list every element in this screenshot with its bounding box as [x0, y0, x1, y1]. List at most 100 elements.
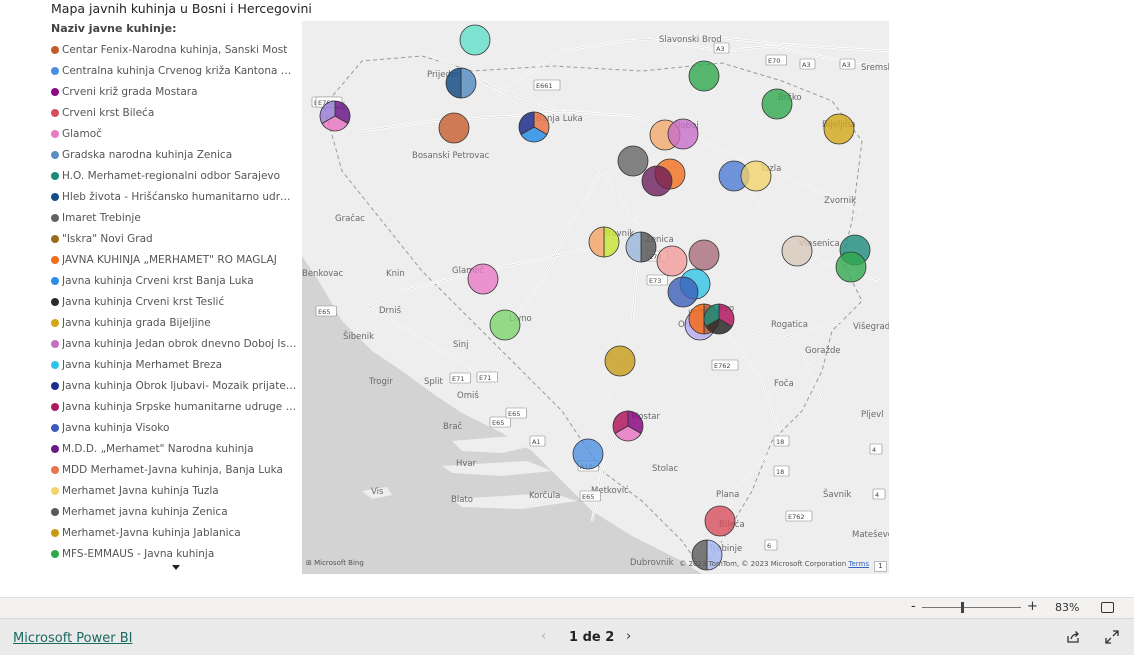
map-label: Pljevl — [861, 410, 883, 420]
legend-dot-icon — [51, 297, 59, 306]
legend-item[interactable]: Crveni krst Bileća — [51, 102, 297, 123]
zoom-slider-track[interactable] — [922, 607, 1021, 608]
map-marker[interactable] — [835, 251, 867, 283]
legend-item[interactable]: Javna kuhinja Jedan obrok dnevno Doboj I… — [51, 333, 297, 354]
map-label: Foča — [774, 378, 794, 389]
map-marker[interactable] — [625, 231, 657, 263]
next-page-icon[interactable]: › — [626, 629, 631, 644]
legend-item[interactable]: MDD Merhamet-Javna kuhinja, Banja Luka — [51, 459, 297, 480]
previous-page-icon[interactable]: ‹ — [541, 629, 546, 644]
legend-item[interactable]: Javna kuhinja Merhamet Breza — [51, 354, 297, 375]
map-marker[interactable] — [617, 145, 649, 177]
zoom-out-button[interactable]: - — [911, 599, 916, 614]
fit-to-page-icon[interactable] — [1101, 602, 1114, 613]
map-marker[interactable] — [761, 88, 793, 120]
map-marker[interactable] — [572, 438, 604, 470]
share-icon[interactable] — [1066, 630, 1080, 644]
map-marker[interactable] — [823, 113, 855, 145]
map-marker[interactable] — [740, 160, 772, 192]
marker-slice — [740, 160, 772, 192]
road-shield-label: A3 — [802, 61, 811, 69]
legend-dot-icon — [51, 381, 59, 390]
legend-item[interactable]: Javna kuhinja Obrok ljubavi- Mozaik prij… — [51, 375, 297, 396]
legend-item[interactable]: Glamoč — [51, 123, 297, 144]
map-corner-button[interactable]: 1 — [874, 561, 887, 572]
zoom-slider-thumb[interactable] — [961, 602, 964, 613]
map-marker[interactable] — [518, 111, 550, 143]
terms-link[interactable]: Terms — [848, 560, 869, 568]
zoom-in-button[interactable]: + — [1027, 599, 1038, 614]
legend-item[interactable]: Gradska narodna kuhinja Zenica — [51, 144, 297, 165]
legend-item[interactable]: Javna kuhinja Srpske humanitarne udruge … — [51, 396, 297, 417]
power-bi-link[interactable]: Microsoft Power BI — [13, 631, 132, 646]
legend-item[interactable]: M.D.D. „Merhamet" Narodna kuhinja — [51, 438, 297, 459]
marker-slice — [667, 276, 699, 308]
map-label: Višegrad — [853, 321, 889, 332]
map-marker[interactable] — [704, 505, 736, 537]
report-title: Mapa javnih kuhinja u Bosni i Hercegovin… — [51, 1, 312, 16]
legend-item-label: Javna kuhinja Crveni krst Teslić — [62, 295, 225, 308]
legend-item[interactable]: Merhamet Javna kuhinja Tuzla — [51, 480, 297, 501]
map-marker[interactable] — [656, 245, 688, 277]
legend-dot-icon — [51, 549, 59, 558]
marker-slice — [656, 245, 688, 277]
map-marker[interactable] — [445, 67, 477, 99]
map-canvas[interactable]: Slavonski BrodSremsk MitroviPrijedorBanj… — [302, 21, 889, 574]
legend-item[interactable]: Crveni križ grada Mostara — [51, 81, 297, 102]
road-edge — [421, 50, 863, 212]
legend-item[interactable]: Javna kuhinja grada Bijeljine — [51, 312, 297, 333]
legend-item-label: Javna kuhinja Obrok ljubavi- Mozaik prij… — [62, 379, 297, 392]
road-shield-label: 4 — [872, 446, 876, 454]
legend-dot-icon — [51, 108, 59, 117]
map-label: Mateševo — [852, 529, 889, 540]
legend-item[interactable]: Centralna kuhinja Crvenog križa Kantona … — [51, 60, 297, 81]
legend-item[interactable]: H.O. Merhamet-regionalni odbor Sarajevo — [51, 165, 297, 186]
map-marker[interactable] — [459, 24, 491, 56]
legend-item-label: "Iskra" Novi Grad — [62, 232, 153, 245]
legend-item[interactable]: Javna kuhinja Crveni krst Banja Luka — [51, 270, 297, 291]
legend-item[interactable]: Merhamet-Javna kuhinja Jablanica — [51, 522, 297, 543]
legend-dot-icon — [51, 528, 59, 537]
legend-item[interactable]: Centar Fenix-Narodna kuhinja, Sanski Mos… — [51, 39, 297, 60]
road-shield-label: 18 — [776, 468, 784, 476]
legend-dot-icon — [51, 507, 59, 516]
map-marker[interactable] — [604, 345, 636, 377]
map-marker[interactable] — [612, 410, 644, 442]
road-shield-label: E661 — [536, 82, 553, 90]
map-marker[interactable] — [588, 226, 620, 258]
map-marker[interactable] — [667, 118, 699, 150]
legend-title: Naziv javne kuhinje: — [51, 22, 177, 35]
legend-item[interactable]: JAVNA KUHINJA „MERHAMET" RO MAGLAJ — [51, 249, 297, 270]
road-shield-label: E71 — [452, 375, 464, 383]
legend-item[interactable]: Hleb života - Hrišćansko humanitarno udr… — [51, 186, 297, 207]
footer-bar: Microsoft Power BI ‹ 1 de 2 › — [0, 618, 1134, 655]
map-marker[interactable] — [489, 309, 521, 341]
marker-slice — [641, 165, 673, 197]
map-marker[interactable] — [781, 235, 813, 267]
map-marker[interactable] — [688, 239, 720, 271]
map-marker[interactable] — [641, 165, 673, 197]
map-visual[interactable]: Slavonski BrodSremsk MitroviPrijedorBanj… — [302, 21, 889, 574]
legend-item[interactable]: "Iskra" Novi Grad — [51, 228, 297, 249]
legend-scroll-down-icon[interactable] — [172, 565, 180, 570]
map-marker[interactable] — [467, 263, 499, 295]
map-label: Blato — [451, 495, 473, 505]
map-marker[interactable] — [703, 303, 735, 335]
map-marker[interactable] — [438, 112, 470, 144]
legend-item[interactable]: Javna kuhinja Crveni krst Teslić — [51, 291, 297, 312]
road — [490, 170, 603, 382]
road-shield-label: A1 — [532, 438, 541, 446]
legend-dot-icon — [51, 402, 59, 411]
legend-dot-icon — [51, 486, 59, 495]
legend-dot-icon — [51, 339, 59, 348]
legend-item[interactable]: Javna kuhinja Visoko — [51, 417, 297, 438]
map-marker[interactable] — [319, 100, 351, 132]
legend-item[interactable]: Imaret Trebinje — [51, 207, 297, 228]
fullscreen-icon[interactable] — [1105, 630, 1119, 644]
map-marker[interactable] — [688, 60, 720, 92]
map-marker[interactable] — [667, 276, 699, 308]
zoom-bar: - + 83% — [0, 597, 1134, 618]
legend-item[interactable]: Merhamet javna kuhinja Zenica — [51, 501, 297, 522]
marker-slice — [704, 505, 736, 537]
legend-item[interactable]: MFS-EMMAUS - Javna kuhinja — [51, 543, 297, 564]
